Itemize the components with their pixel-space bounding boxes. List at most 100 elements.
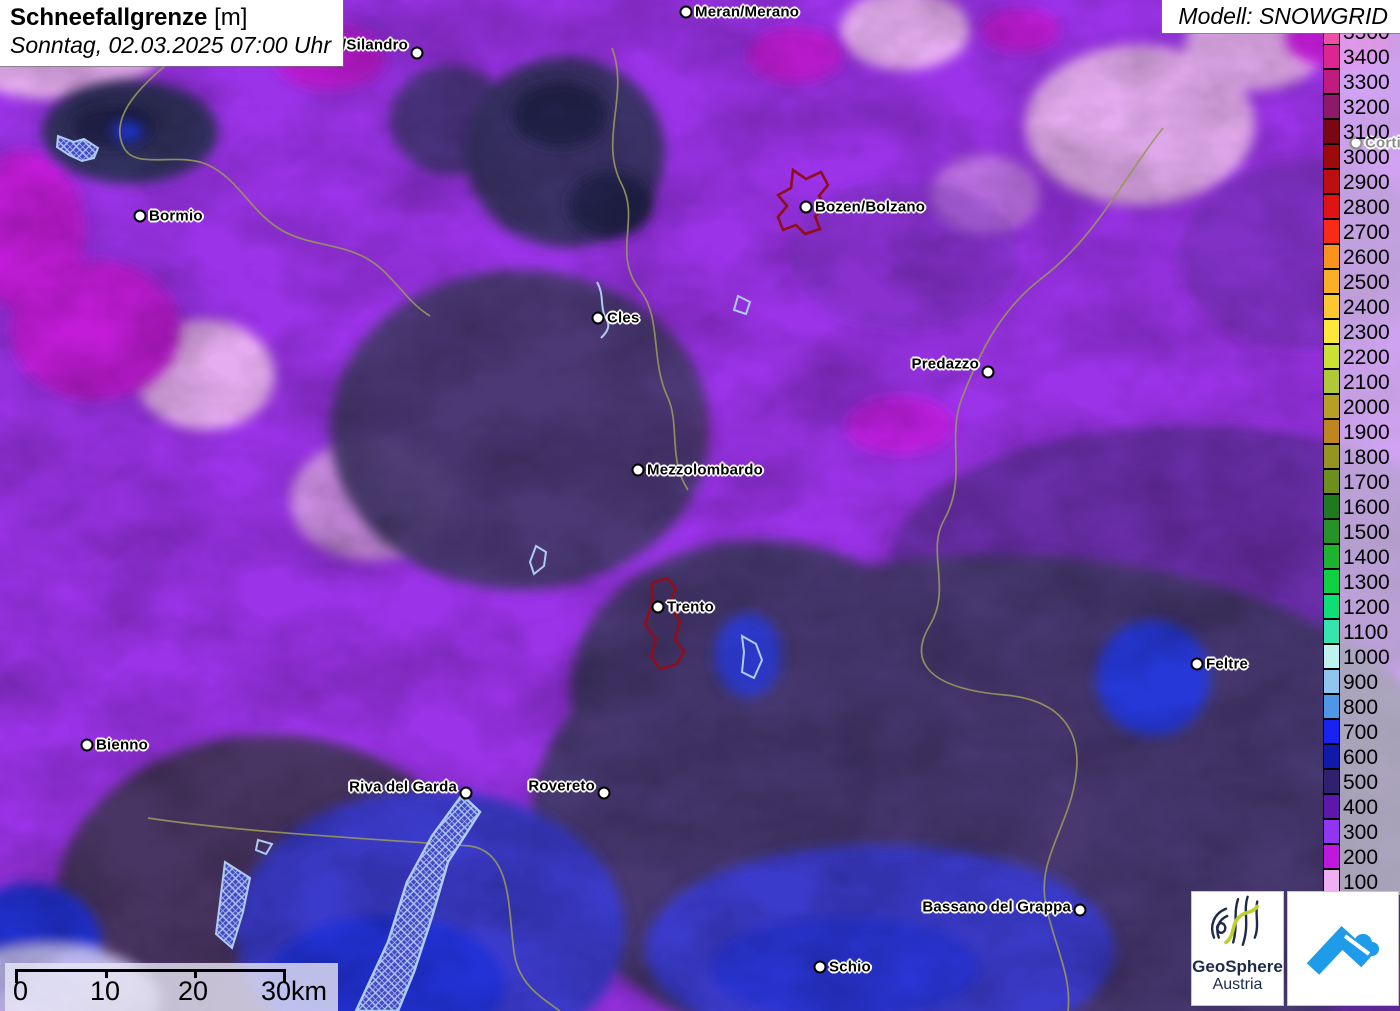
city-marker-trento — [652, 601, 665, 614]
legend-label: 400 — [1340, 795, 1400, 820]
legend-label: 2400 — [1340, 295, 1400, 320]
legend-swatch — [1323, 519, 1340, 544]
city-layer: Meran/Meranos/SilandroBormioBozen/Bolzan… — [0, 0, 1400, 1011]
legend-label: 1100 — [1340, 620, 1400, 645]
legend-swatch — [1323, 444, 1340, 469]
city-label-cles: Cles — [607, 310, 640, 327]
scalebar-line — [15, 969, 286, 972]
legend-label: 2100 — [1340, 370, 1400, 395]
city-marker-predazzo — [982, 366, 995, 379]
legend-label: 800 — [1340, 695, 1400, 720]
legend-row: 700 — [1323, 720, 1400, 745]
city-label-feltre: Feltre — [1206, 656, 1248, 673]
city-marker-bozen-bolzano — [800, 201, 813, 214]
legend-label: 2000 — [1340, 395, 1400, 420]
legend-row: 3200 — [1323, 95, 1400, 120]
legend-swatch — [1323, 719, 1340, 744]
legend-swatch — [1323, 294, 1340, 319]
geosphere-country: Austria — [1192, 976, 1283, 994]
legend-swatch — [1323, 594, 1340, 619]
legend-swatch — [1323, 44, 1340, 69]
geosphere-name: GeoSphere — [1192, 958, 1283, 976]
snowfall-limit-map: Meran/Meranos/SilandroBormioBozen/Bolzan… — [0, 0, 1400, 1011]
legend-row: 1800 — [1323, 445, 1400, 470]
city-label-meran-merano: Meran/Merano — [695, 4, 799, 21]
legend-label: 2700 — [1340, 220, 1400, 245]
legend-row: 1300 — [1323, 570, 1400, 595]
legend-swatch — [1323, 769, 1340, 794]
legend-swatch — [1323, 469, 1340, 494]
scalebar-label: 20 — [178, 976, 208, 1007]
legend-label: 600 — [1340, 745, 1400, 770]
legend-row: 1900 — [1323, 420, 1400, 445]
legend-swatch — [1323, 694, 1340, 719]
model-box: Modell: SNOWGRID — [1162, 0, 1400, 33]
city-label-riva-del-garda: Riva del Garda — [349, 779, 457, 796]
legend-swatch — [1323, 869, 1340, 894]
legend-label: 1200 — [1340, 595, 1400, 620]
legend-label: 500 — [1340, 770, 1400, 795]
legend-row: 2000 — [1323, 395, 1400, 420]
legend-swatch — [1323, 69, 1340, 94]
legend-swatch — [1323, 94, 1340, 119]
legend-swatch — [1323, 819, 1340, 844]
partner-logo-box — [1288, 892, 1398, 1005]
legend-label: 1600 — [1340, 495, 1400, 520]
legend-row: 1400 — [1323, 545, 1400, 570]
city-label-bozen-bolzano: Bozen/Bolzano — [815, 199, 925, 216]
legend-label: 3100 — [1340, 120, 1400, 145]
legend-row: 2100 — [1323, 370, 1400, 395]
legend-label: 2600 — [1340, 245, 1400, 270]
legend-row: 2900 — [1323, 170, 1400, 195]
city-label-rovereto: Rovereto — [528, 778, 595, 795]
legend-swatch — [1323, 269, 1340, 294]
city-label-bassano-del-grappa: Bassano del Grappa — [922, 899, 1071, 916]
legend-label: 900 — [1340, 670, 1400, 695]
legend-label: 3200 — [1340, 95, 1400, 120]
elevation-legend: 3500340033003200310030002900280027002600… — [1323, 20, 1400, 895]
legend-swatch — [1323, 244, 1340, 269]
legend-swatch — [1323, 394, 1340, 419]
legend-row: 600 — [1323, 745, 1400, 770]
legend-row: 2300 — [1323, 320, 1400, 345]
legend-swatch — [1323, 794, 1340, 819]
legend-row: 1000 — [1323, 645, 1400, 670]
title-box: Schneefallgrenze [m] Sonntag, 02.03.2025… — [0, 0, 343, 66]
legend-row: 3300 — [1323, 70, 1400, 95]
legend-swatch — [1323, 419, 1340, 444]
legend-swatch — [1323, 644, 1340, 669]
legend-row: 2600 — [1323, 245, 1400, 270]
legend-row: 2500 — [1323, 270, 1400, 295]
title-text: Schneefallgrenze — [10, 4, 207, 31]
legend-label: 1400 — [1340, 545, 1400, 570]
legend-label: 1900 — [1340, 420, 1400, 445]
legend-swatch — [1323, 319, 1340, 344]
scalebar-label: 30km — [261, 976, 327, 1007]
legend-swatch — [1323, 569, 1340, 594]
legend-label: 2200 — [1340, 345, 1400, 370]
city-label-schio: Schio — [829, 959, 871, 976]
legend-label: 700 — [1340, 720, 1400, 745]
legend-row: 1500 — [1323, 520, 1400, 545]
legend-row: 3400 — [1323, 45, 1400, 70]
city-marker-rovereto — [598, 787, 611, 800]
legend-label: 300 — [1340, 820, 1400, 845]
city-marker-mezzolombardo — [632, 464, 645, 477]
legend-row: 3100 — [1323, 120, 1400, 145]
legend-row: 1200 — [1323, 595, 1400, 620]
scalebar-label: 10 — [90, 976, 120, 1007]
legend-row: 500 — [1323, 770, 1400, 795]
legend-row: 2800 — [1323, 195, 1400, 220]
legend-label: 200 — [1340, 845, 1400, 870]
legend-swatch — [1323, 144, 1340, 169]
city-marker-schio — [814, 961, 827, 974]
legend-label: 1500 — [1340, 520, 1400, 545]
legend-row: 800 — [1323, 695, 1400, 720]
legend-swatch — [1323, 844, 1340, 869]
legend-label: 1700 — [1340, 470, 1400, 495]
scalebar: 0 10 20 30km — [5, 963, 338, 1011]
legend-swatch — [1323, 194, 1340, 219]
title-unit: [m] — [207, 4, 247, 31]
legend-label: 2500 — [1340, 270, 1400, 295]
legend-swatch — [1323, 494, 1340, 519]
